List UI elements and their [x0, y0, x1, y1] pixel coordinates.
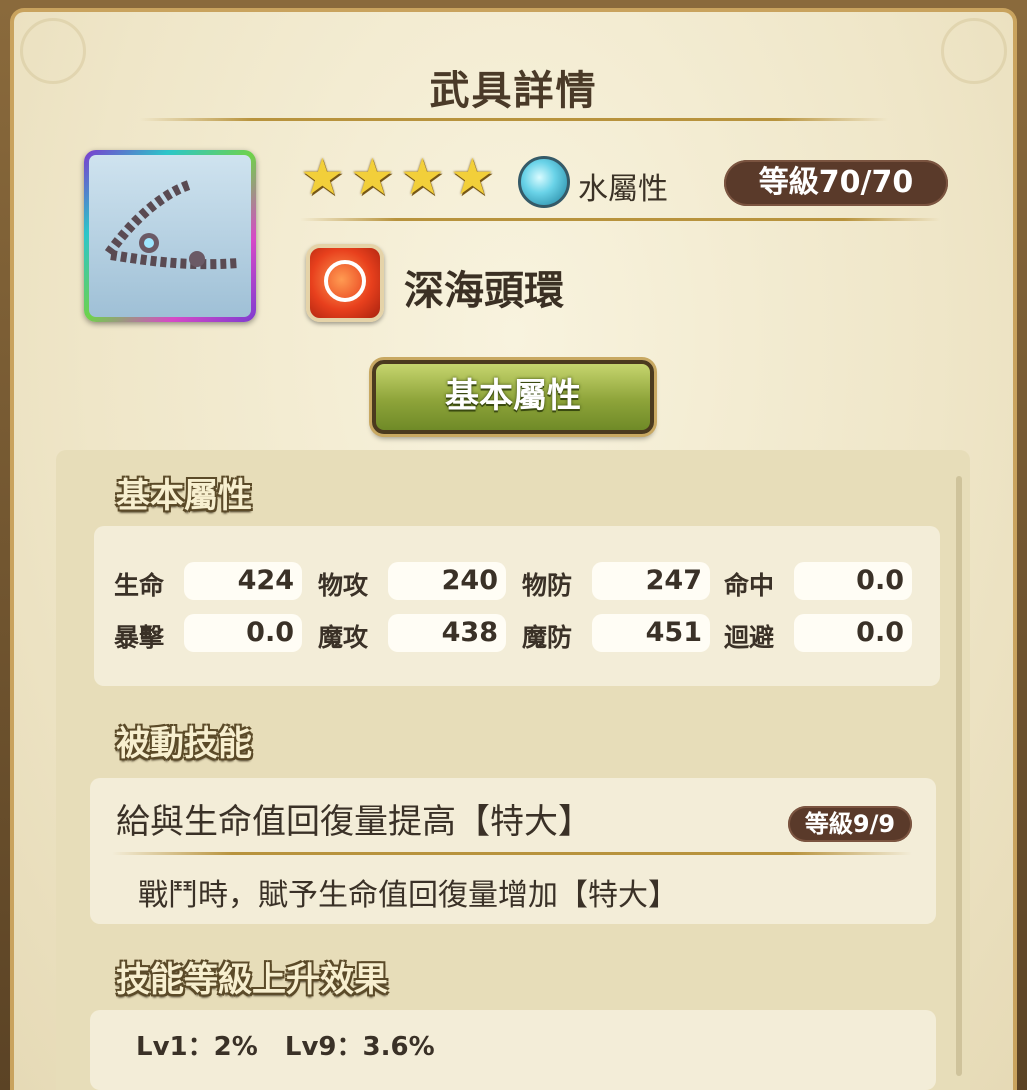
title-divider — [140, 118, 888, 121]
section-title-basic: 基本屬性 — [116, 476, 252, 516]
star-icon: ★ — [300, 148, 345, 206]
info-divider — [300, 218, 940, 221]
star-icon: ★ — [350, 148, 395, 206]
stat-value: 0.0 — [794, 614, 912, 652]
bracelet-graphic — [104, 180, 240, 270]
stat-value: 0.0 — [184, 614, 302, 652]
skill-description: 戰鬥時，賦予生命值回復量增加【特大】 — [138, 878, 678, 913]
section-title-passive: 被動技能 — [116, 724, 252, 764]
element-label: 水屬性 — [578, 172, 668, 207]
item-level-badge: 等級70/70 — [724, 160, 948, 206]
bracelet-equipment-icon[interactable] — [84, 150, 256, 322]
levelup-text: Lv1：2% Lv9：3.6% — [136, 1032, 435, 1062]
star-icon: ★ — [450, 148, 495, 206]
stats-card — [94, 526, 940, 686]
item-name: 深海頭環 — [404, 268, 564, 314]
tab-basic-attributes[interactable]: 基本屬性 — [372, 360, 654, 434]
skill-name: 給與生命值回復量提高【特大】 — [116, 802, 592, 842]
stat-label: 暴擊 — [114, 623, 165, 652]
scrollbar[interactable] — [956, 476, 962, 1076]
stat-value: 451 — [592, 614, 710, 652]
stat-label: 命中 — [724, 571, 775, 600]
stat-value: 247 — [592, 562, 710, 600]
water-element-icon — [518, 156, 570, 208]
skill-level-badge: 等級9/9 — [788, 806, 912, 842]
skill-divider — [112, 852, 912, 855]
stat-label: 物防 — [522, 571, 573, 600]
stat-value: 438 — [388, 614, 506, 652]
rarity-stars: ★ ★ ★ ★ — [300, 152, 500, 202]
stat-value: 0.0 — [794, 562, 912, 600]
star-icon: ★ — [400, 148, 445, 206]
stat-value: 424 — [184, 562, 302, 600]
stat-label: 物攻 — [318, 571, 369, 600]
section-title-levelup: 技能等級上升效果 — [116, 960, 388, 1000]
stat-label: 魔防 — [522, 623, 573, 652]
stat-label: 生命 — [114, 571, 165, 600]
stat-value: 240 — [388, 562, 506, 600]
stat-label: 迴避 — [724, 623, 775, 652]
stat-label: 魔攻 — [318, 623, 369, 652]
accessory-type-icon — [306, 244, 384, 322]
page-title: 武具詳情 — [429, 68, 598, 114]
